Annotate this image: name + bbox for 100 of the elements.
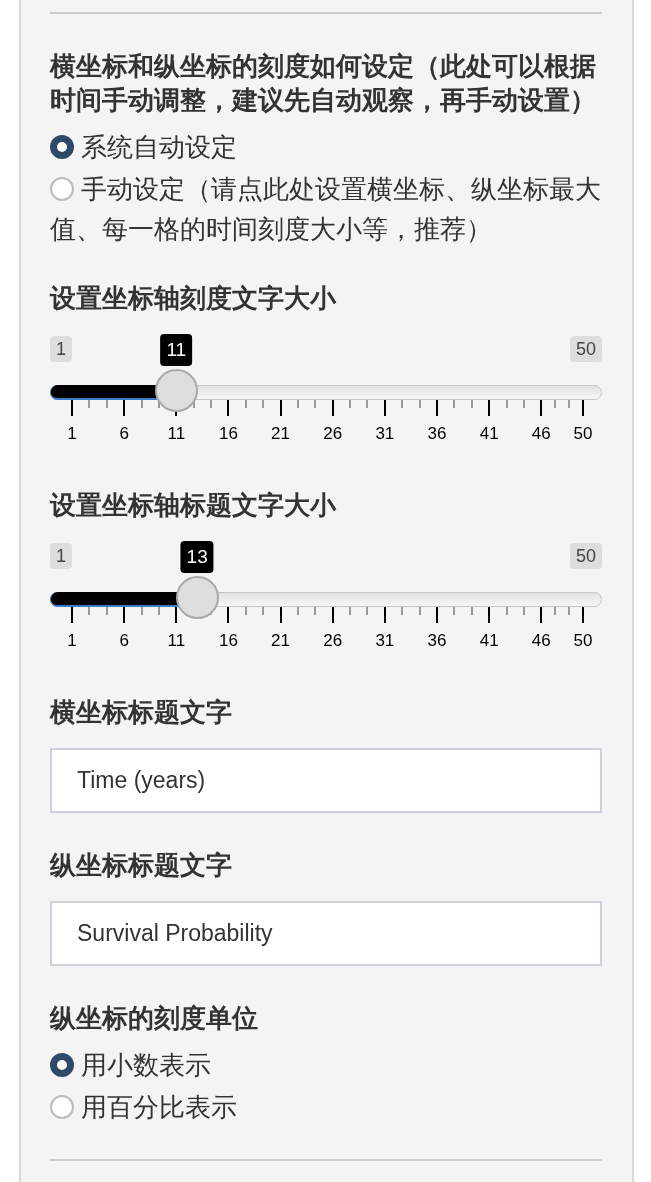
tick-mark <box>505 607 508 615</box>
tick-mark <box>453 400 456 408</box>
tick-mark <box>105 400 108 408</box>
slider-min-label: 1 <box>50 336 72 362</box>
tick-mark <box>349 400 352 408</box>
tick-mark <box>349 607 352 615</box>
radio-option[interactable]: 用百分比表示 <box>50 1087 602 1127</box>
tick-label: 21 <box>271 631 290 651</box>
tick-mark <box>123 607 126 623</box>
radio-button[interactable] <box>50 177 74 201</box>
tick-mark <box>279 607 282 623</box>
tick-mark <box>436 400 438 416</box>
slider-max-label: 50 <box>569 336 602 362</box>
slider-thumb[interactable] <box>154 369 198 412</box>
slider-value-label: 13 <box>180 541 214 573</box>
tick-mark <box>175 607 178 623</box>
radio-button[interactable] <box>50 1095 74 1119</box>
tick-label: 1 <box>67 631 77 651</box>
radio-option[interactable]: 用小数表示 <box>50 1045 602 1085</box>
tick-mark <box>227 607 230 623</box>
tick-mark <box>568 607 571 615</box>
tick-mark <box>140 400 143 408</box>
tick-mark <box>71 607 73 623</box>
slider-min-label: 1 <box>50 543 72 569</box>
tick-mark <box>554 607 557 615</box>
tick-label: 31 <box>375 424 395 444</box>
tick-mark <box>262 607 265 615</box>
radio-option[interactable]: 系统自动设定 <box>50 127 602 167</box>
slider-thumb[interactable] <box>175 576 219 619</box>
tick-mark <box>157 400 160 408</box>
tick-label: 46 <box>531 631 551 651</box>
tick-mark <box>88 400 91 408</box>
tick-mark <box>418 400 421 408</box>
tick-label: 1 <box>67 424 77 444</box>
tick-mark <box>470 400 473 408</box>
tick-label: 50 <box>573 424 593 444</box>
tick-label: 6 <box>119 631 129 651</box>
tick-label: 26 <box>323 424 343 444</box>
tick-mark <box>244 400 247 408</box>
tick-mark <box>453 607 456 615</box>
tick-mark <box>314 607 317 615</box>
tick-label: 11 <box>167 631 186 651</box>
tick-mark <box>71 400 73 416</box>
tick-mark <box>296 607 299 615</box>
tick-label: 16 <box>218 424 238 444</box>
tick-mark <box>488 400 491 416</box>
tick-mark <box>418 607 421 615</box>
tick-label: 36 <box>427 631 447 651</box>
tick-mark <box>244 607 247 615</box>
tick-mark <box>331 400 334 416</box>
tick-mark <box>582 400 584 416</box>
tick-mark <box>262 400 265 408</box>
tick-mark <box>522 607 525 615</box>
tick-label: 16 <box>218 631 238 651</box>
tick-label: 36 <box>427 424 447 444</box>
text-input[interactable]: Time (years) <box>50 748 602 813</box>
tick-mark <box>331 607 334 623</box>
tick-mark <box>401 607 404 615</box>
section-heading: 横坐标和纵坐标的刻度如何设定（此处可以根据时间手动调整，建议先自动观察，再手动设置） <box>50 50 597 117</box>
section-heading: 纵坐标的刻度单位 <box>50 1002 259 1035</box>
tick-mark <box>227 400 230 416</box>
section-heading: 纵坐标标题文字 <box>50 849 233 882</box>
tick-mark <box>554 400 557 408</box>
tick-mark <box>505 400 508 408</box>
tick-label: 50 <box>573 631 593 651</box>
slider-max-label: 50 <box>569 543 602 569</box>
slider-track[interactable] <box>50 385 602 400</box>
tick-mark <box>157 607 160 615</box>
tick-mark <box>296 400 299 408</box>
tick-mark <box>582 607 584 623</box>
tick-mark <box>568 400 571 408</box>
tick-label: 26 <box>323 631 343 651</box>
tick-mark <box>383 607 386 623</box>
tick-mark <box>488 607 491 623</box>
tick-mark <box>140 607 143 615</box>
tick-mark <box>105 607 108 615</box>
slider-track[interactable] <box>50 592 602 607</box>
tick-mark <box>522 400 525 408</box>
tick-mark <box>366 400 369 408</box>
text-input[interactable]: Survival Probability <box>50 901 602 966</box>
tick-label: 21 <box>271 424 290 444</box>
slider-value-label: 11 <box>160 334 193 366</box>
tick-mark <box>470 607 473 615</box>
tick-label: 6 <box>119 424 129 444</box>
tick-mark <box>314 400 317 408</box>
section-heading: 横坐标标题文字 <box>50 696 233 729</box>
radio-option[interactable]: 手动设定（请点此处设置横坐标、纵坐标最大值、每一格的时间刻度大小等，推荐） <box>50 169 602 249</box>
tick-mark <box>210 400 213 408</box>
tick-mark <box>366 607 369 615</box>
tick-mark <box>540 607 543 623</box>
tick-label: 31 <box>375 631 395 651</box>
tick-mark <box>436 607 438 623</box>
radio-button[interactable] <box>50 135 74 159</box>
tick-mark <box>88 607 91 615</box>
tick-mark <box>383 400 386 416</box>
radio-button[interactable] <box>50 1053 74 1077</box>
tick-label: 11 <box>167 424 186 444</box>
tick-label: 46 <box>531 424 551 444</box>
tick-label: 41 <box>479 424 499 444</box>
tick-mark <box>123 400 126 416</box>
